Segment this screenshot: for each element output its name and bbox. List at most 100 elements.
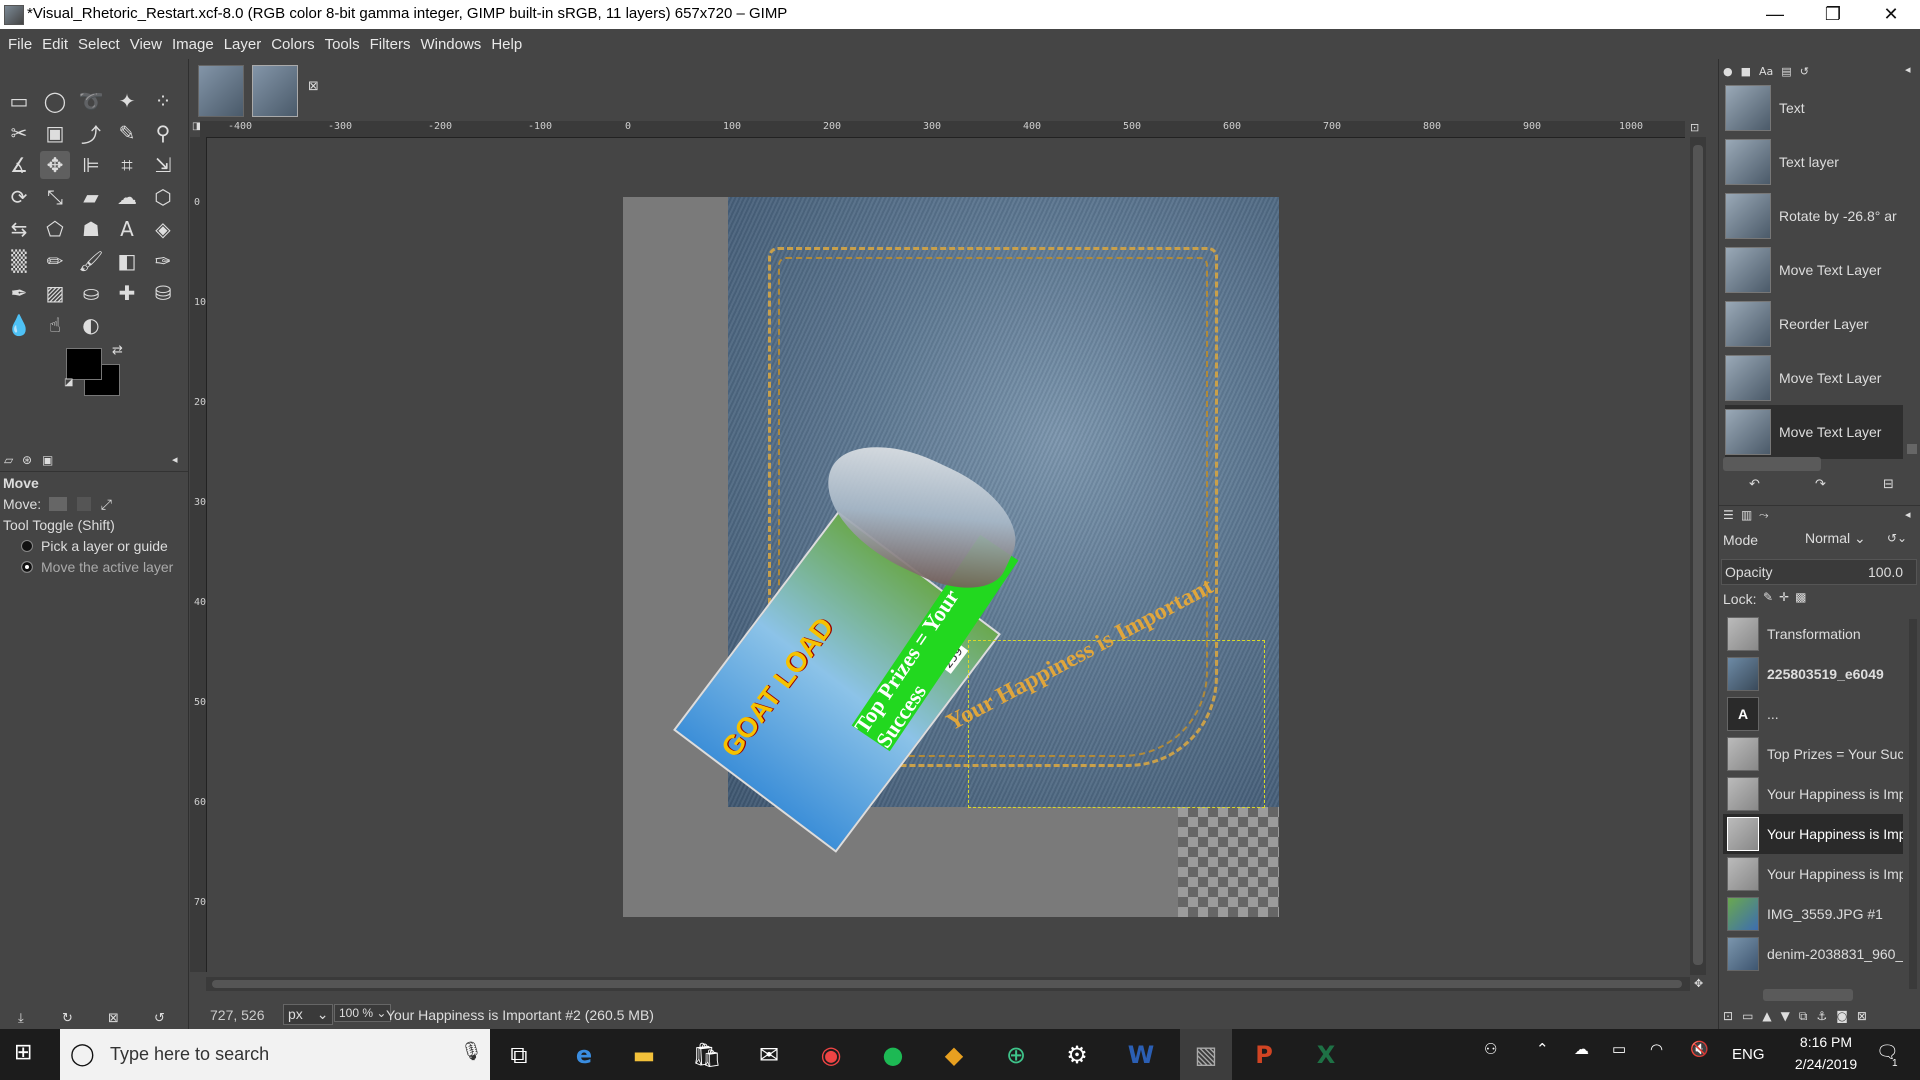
onedrive-cloud-icon[interactable]: ☁	[1574, 1040, 1589, 1058]
zoom-selector[interactable]: 100 % ⌄	[334, 1004, 392, 1022]
minimize-button[interactable]: —	[1746, 0, 1804, 29]
delete-layer-icon[interactable]: ⊠	[1857, 1009, 1867, 1024]
dodge-burn-tool-icon[interactable]: ◐	[76, 311, 106, 339]
menu-tools[interactable]: Tools	[325, 36, 360, 53]
file-explorer-icon[interactable]: ▬	[625, 1036, 663, 1074]
dock-menu-icon[interactable]: ◂	[1905, 63, 1911, 76]
canvas-vertical-scroll-thumb[interactable]	[1693, 145, 1703, 965]
paths-tab-icon[interactable]: ⤳	[1759, 508, 1769, 523]
wifi-icon[interactable]: ◠	[1650, 1040, 1663, 1058]
swap-colors-icon[interactable]: ⇄	[112, 343, 123, 358]
task-view-icon[interactable]: ⧉	[500, 1036, 538, 1074]
save-tool-preset-icon[interactable]: ⤓	[18, 1011, 24, 1026]
battery-icon[interactable]: ▭	[1612, 1040, 1626, 1058]
device-status-tab-icon[interactable]: ⊛	[22, 453, 32, 467]
layers-hscroll[interactable]	[1763, 989, 1853, 1001]
bucket-fill-tool-icon[interactable]: ◈	[148, 215, 178, 243]
microphone-icon[interactable]: 🎙	[460, 1041, 483, 1062]
move-selection-mode-icon[interactable]	[76, 497, 91, 511]
crop-tool-icon[interactable]: ⌗	[112, 151, 142, 179]
channels-tab-icon[interactable]: ▥	[1741, 508, 1752, 522]
lock-pixels-icon[interactable]: ✎	[1763, 590, 1773, 604]
redo-icon[interactable]: ↷	[1815, 477, 1826, 492]
duplicate-layer-icon[interactable]: ⧉	[1799, 1009, 1808, 1024]
delete-tool-preset-icon[interactable]: ⊠	[108, 1011, 119, 1026]
history-item[interactable]: Move Text Layer	[1725, 351, 1903, 405]
anchor-layer-icon[interactable]: ⚓	[1816, 1009, 1827, 1024]
layer-row[interactable]: A...	[1723, 694, 1903, 734]
smudge-tool-icon[interactable]: ☝	[40, 311, 70, 339]
airbrush-tool-icon[interactable]: ✑	[148, 247, 178, 275]
settings-gear-icon[interactable]: ⚙	[1058, 1036, 1096, 1074]
menu-file[interactable]: File	[8, 36, 32, 53]
unified-transform-tool-icon[interactable]: ⇲	[148, 151, 178, 179]
windows-start-icon[interactable]: ⊞	[14, 1040, 32, 1065]
radio-selected-icon[interactable]	[21, 561, 33, 573]
reset-colors-icon[interactable]: ◪	[64, 377, 73, 388]
clone-tool-icon[interactable]: ⛀	[76, 279, 106, 307]
history-tab-icon[interactable]: ↺	[1800, 65, 1809, 78]
layers-tab-icon[interactable]: ☰	[1723, 508, 1734, 522]
restore-tool-preset-icon[interactable]: ↻	[62, 1011, 73, 1026]
layers-vscroll[interactable]	[1909, 619, 1917, 989]
new-layer-icon[interactable]: ⊡	[1723, 1009, 1733, 1024]
text-tool-icon[interactable]: A	[112, 215, 142, 243]
blur-sharpen-tool-icon[interactable]: 💧	[4, 311, 34, 339]
paths-tool-icon[interactable]: ⤴	[76, 119, 106, 147]
close-button[interactable]: ✕	[1862, 0, 1920, 29]
tool-options-tab-icon[interactable]: ▱	[4, 453, 13, 467]
mode-reset-icon[interactable]: ↺⌄	[1887, 531, 1907, 545]
history-item[interactable]: Text layer	[1725, 135, 1903, 189]
perspective-clone-tool-icon[interactable]: ⛁	[148, 279, 178, 307]
move-layer-mode-icon[interactable]	[49, 497, 68, 511]
paintbrush-tool-icon[interactable]: 🖌	[76, 247, 106, 275]
layer-row[interactable]: 225803519_e6049	[1723, 654, 1903, 694]
align-tool-icon[interactable]: ⊫	[76, 151, 106, 179]
edge-browser-icon[interactable]: e	[565, 1036, 603, 1074]
rect-select-tool-icon[interactable]: ▭	[4, 87, 34, 115]
lock-alpha-icon[interactable]: ▩	[1795, 590, 1806, 604]
fuzzy-select-tool-icon[interactable]: ✦	[112, 87, 142, 115]
history-item[interactable]: Rotate by -26.8° ar	[1725, 189, 1903, 243]
layer-row[interactable]: Your Happiness is Impo	[1723, 854, 1903, 894]
zoom-tool-icon[interactable]: ⚲	[148, 119, 178, 147]
eraser-tool-icon[interactable]: ◧	[112, 247, 142, 275]
clock-time[interactable]: 8:16 PM	[1786, 1034, 1866, 1050]
select-by-color-tool-icon[interactable]: ⁘	[148, 87, 178, 115]
show-hidden-icons-chevron-icon[interactable]: ⌃	[1536, 1040, 1549, 1058]
history-scroll-thumb[interactable]	[1907, 444, 1917, 454]
menu-help[interactable]: Help	[491, 36, 522, 53]
store-icon[interactable]: 🛍	[688, 1036, 726, 1074]
history-item-selected[interactable]: Move Text Layer	[1725, 405, 1903, 459]
shear-tool-icon[interactable]: ▰	[76, 183, 106, 211]
perspective-tool-icon[interactable]: ⬡	[148, 183, 178, 211]
flip-tool-icon[interactable]: ⇆	[4, 215, 34, 243]
scale-tool-icon[interactable]: ⤡	[40, 183, 70, 211]
gimp-taskbar-icon[interactable]: ▧	[1180, 1029, 1232, 1080]
volume-muted-icon[interactable]: 🔇	[1690, 1040, 1709, 1058]
undo-history-tab-icon[interactable]: ▣	[42, 453, 53, 467]
excel-icon[interactable]: X	[1307, 1036, 1345, 1074]
web-app-icon[interactable]: ⊕	[997, 1036, 1035, 1074]
move-path-mode-icon[interactable]: ⤢	[101, 496, 112, 512]
menu-view[interactable]: View	[130, 36, 162, 53]
mail-icon[interactable]: ✉	[750, 1036, 788, 1074]
scissors-tool-icon[interactable]: ✂	[4, 119, 34, 147]
color-picker-tool-icon[interactable]: ✎	[112, 119, 142, 147]
reset-tool-options-icon[interactable]: ↺	[154, 1011, 165, 1026]
zoom-image-when-window-size-changes-icon[interactable]: ⊡	[1690, 121, 1699, 134]
colors-tab-icon[interactable]: ●	[1723, 65, 1733, 78]
navigate-image-icon[interactable]: ✥	[1694, 977, 1703, 990]
lock-position-icon[interactable]: ✛	[1779, 590, 1789, 604]
menu-select[interactable]: Select	[78, 36, 120, 53]
fonts-tab-icon[interactable]: Aa	[1759, 65, 1773, 78]
rotate-tool-icon[interactable]: ⟳	[4, 183, 34, 211]
history-item[interactable]: Reorder Layer	[1725, 297, 1903, 351]
layer-row[interactable]: denim-2038831_960_	[1723, 934, 1903, 974]
heal-tool-icon[interactable]: ✚	[112, 279, 142, 307]
warp-transform-tool-icon[interactable]: ☁	[112, 183, 142, 211]
layer-row[interactable]: Top Prizes = Your Suc	[1723, 734, 1903, 774]
menu-layer[interactable]: Layer	[224, 36, 262, 53]
layers-menu-icon[interactable]: ◂	[1905, 508, 1911, 521]
spotify-icon[interactable]: ●	[874, 1036, 912, 1074]
